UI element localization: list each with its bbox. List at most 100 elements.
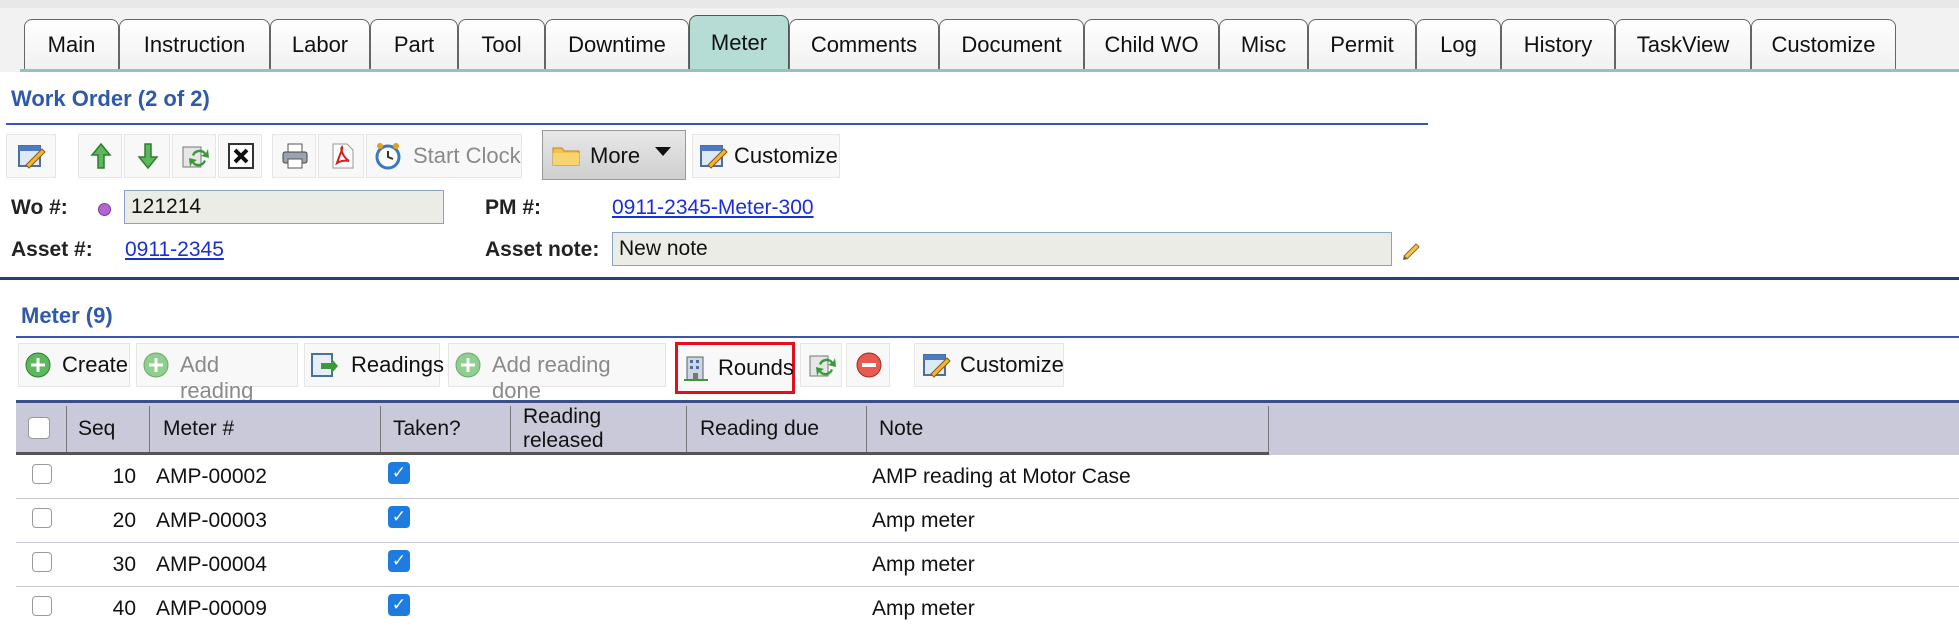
row-checkbox[interactable] — [32, 508, 52, 528]
rounds-label: Rounds — [718, 355, 794, 380]
column-divider — [149, 406, 150, 454]
meter-cell: AMP-00009 — [156, 597, 267, 620]
tab-misc[interactable]: Misc — [1219, 19, 1308, 69]
meter-grid-header: Seq Meter # Taken? Reading released Read… — [16, 400, 1959, 455]
work-order-customize-label: Customize — [734, 143, 838, 168]
tab-log[interactable]: Log — [1416, 19, 1501, 69]
more-button[interactable]: More — [542, 130, 686, 180]
wo-number-field[interactable]: 121214 — [124, 190, 444, 224]
row-checkbox[interactable] — [32, 596, 52, 616]
tab-downtime[interactable]: Downtime — [545, 19, 689, 69]
tab-history[interactable]: History — [1501, 19, 1615, 69]
add-reading-button[interactable]: Add reading — [136, 343, 298, 403]
row-checkbox[interactable] — [32, 464, 52, 484]
tab-main[interactable]: Main — [24, 19, 119, 69]
refresh-button[interactable] — [172, 134, 216, 178]
table-row[interactable]: 30 AMP-00004 ✓ Amp meter — [16, 543, 1959, 587]
wo-number-label: Wo #: — [11, 196, 68, 219]
column-header-reading-released[interactable]: Reading released — [523, 403, 604, 455]
tab-customize[interactable]: Customize — [1751, 19, 1896, 69]
taken-check-icon[interactable]: ✓ — [388, 594, 410, 616]
column-header-taken[interactable]: Taken? — [393, 403, 461, 455]
asset-number-link[interactable]: 0911-2345 — [125, 238, 224, 262]
move-down-button[interactable] — [124, 134, 170, 178]
start-clock-button[interactable]: Start Clock — [366, 134, 522, 178]
pdf-button[interactable] — [318, 134, 364, 178]
meter-customize-button[interactable]: Customize — [914, 343, 1064, 387]
tab-labor[interactable]: Labor — [270, 19, 370, 69]
meter-cell: AMP-00004 — [156, 553, 267, 576]
tab-bar: Main Instruction Labor Part Tool Downtim… — [0, 0, 1959, 72]
column-divider — [686, 406, 687, 454]
printer-icon — [280, 141, 310, 171]
tab-tool[interactable]: Tool — [458, 19, 545, 69]
note-cell: AMP reading at Motor Case — [872, 465, 1131, 488]
move-up-button[interactable] — [78, 134, 122, 178]
work-order-customize-button[interactable]: Customize — [692, 134, 840, 178]
section-divider — [0, 277, 1959, 280]
column-header-seq[interactable]: Seq — [78, 403, 115, 455]
customize-icon — [698, 141, 728, 171]
top-strip — [0, 0, 1959, 8]
readings-icon — [309, 350, 339, 380]
readings-button[interactable]: Readings — [304, 343, 444, 387]
meter-customize-label: Customize — [960, 352, 1064, 377]
table-row[interactable]: 40 AMP-00009 ✓ Amp meter — [16, 587, 1959, 629]
asset-note-field[interactable]: New note — [612, 232, 1392, 266]
tab-instruction[interactable]: Instruction — [119, 19, 270, 69]
meter-title: Meter (9) — [21, 303, 113, 328]
edit-button[interactable] — [6, 134, 56, 178]
create-label: Create — [62, 352, 129, 377]
meter-cell: AMP-00002 — [156, 465, 267, 488]
add-reading-done-label: Add reading done — [492, 352, 611, 403]
column-header-meter[interactable]: Meter # — [163, 403, 234, 455]
asset-number-label: Asset #: — [11, 238, 93, 261]
column-header-reading-due[interactable]: Reading due — [700, 403, 819, 455]
print-button[interactable] — [272, 134, 316, 178]
add-reading-done-button[interactable]: Add reading done — [448, 343, 666, 403]
note-cell: Amp meter — [872, 509, 975, 532]
table-row[interactable]: 20 AMP-00003 ✓ Amp meter — [16, 499, 1959, 543]
column-divider — [1268, 406, 1269, 454]
arrow-up-icon — [86, 141, 116, 171]
taken-check-icon[interactable]: ✓ — [388, 550, 410, 572]
select-all-checkbox[interactable] — [28, 417, 50, 439]
plus-circle-icon — [453, 350, 483, 380]
row-checkbox[interactable] — [32, 552, 52, 572]
seq-cell: 40 — [112, 597, 136, 620]
seq-cell: 10 — [112, 465, 136, 488]
start-clock-label: Start Clock — [413, 143, 521, 168]
tab-child-wo[interactable]: Child WO — [1084, 19, 1219, 69]
edit-icon — [16, 141, 46, 171]
remove-button[interactable] — [846, 343, 890, 387]
column-header-note[interactable]: Note — [879, 403, 923, 455]
tab-part[interactable]: Part — [370, 19, 458, 69]
taken-check-icon[interactable]: ✓ — [388, 506, 410, 528]
taken-check-icon[interactable]: ✓ — [388, 462, 410, 484]
table-row[interactable]: 10 AMP-00002 ✓ AMP reading at Motor Case — [16, 455, 1959, 499]
arrow-down-icon — [133, 141, 163, 171]
tab-underline — [20, 69, 1959, 72]
pm-number-label: PM #: — [485, 196, 542, 219]
plus-circle-icon — [141, 350, 171, 380]
tab-taskview[interactable]: TaskView — [1615, 19, 1751, 69]
customize-icon — [921, 350, 951, 380]
required-dot-icon — [98, 203, 111, 216]
meter-refresh-button[interactable] — [800, 343, 842, 387]
more-label: More — [590, 143, 641, 168]
delete-button[interactable] — [218, 134, 262, 178]
work-order-underline — [6, 123, 1428, 125]
tab-permit[interactable]: Permit — [1308, 19, 1416, 69]
pencil-icon[interactable] — [1400, 238, 1422, 260]
minus-circle-icon — [854, 350, 884, 380]
tab-comments[interactable]: Comments — [789, 19, 939, 69]
tab-document[interactable]: Document — [939, 19, 1084, 69]
refresh-icon — [807, 350, 837, 380]
work-order-title: Work Order (2 of 2) — [11, 86, 210, 111]
meter-cell: AMP-00003 — [156, 509, 267, 532]
rounds-button[interactable]: Rounds — [675, 342, 795, 394]
create-button[interactable]: Create — [18, 343, 130, 387]
tab-meter[interactable]: Meter — [689, 15, 789, 69]
column-divider — [380, 406, 381, 454]
pm-number-link[interactable]: 0911-2345-Meter-300 — [612, 196, 814, 220]
